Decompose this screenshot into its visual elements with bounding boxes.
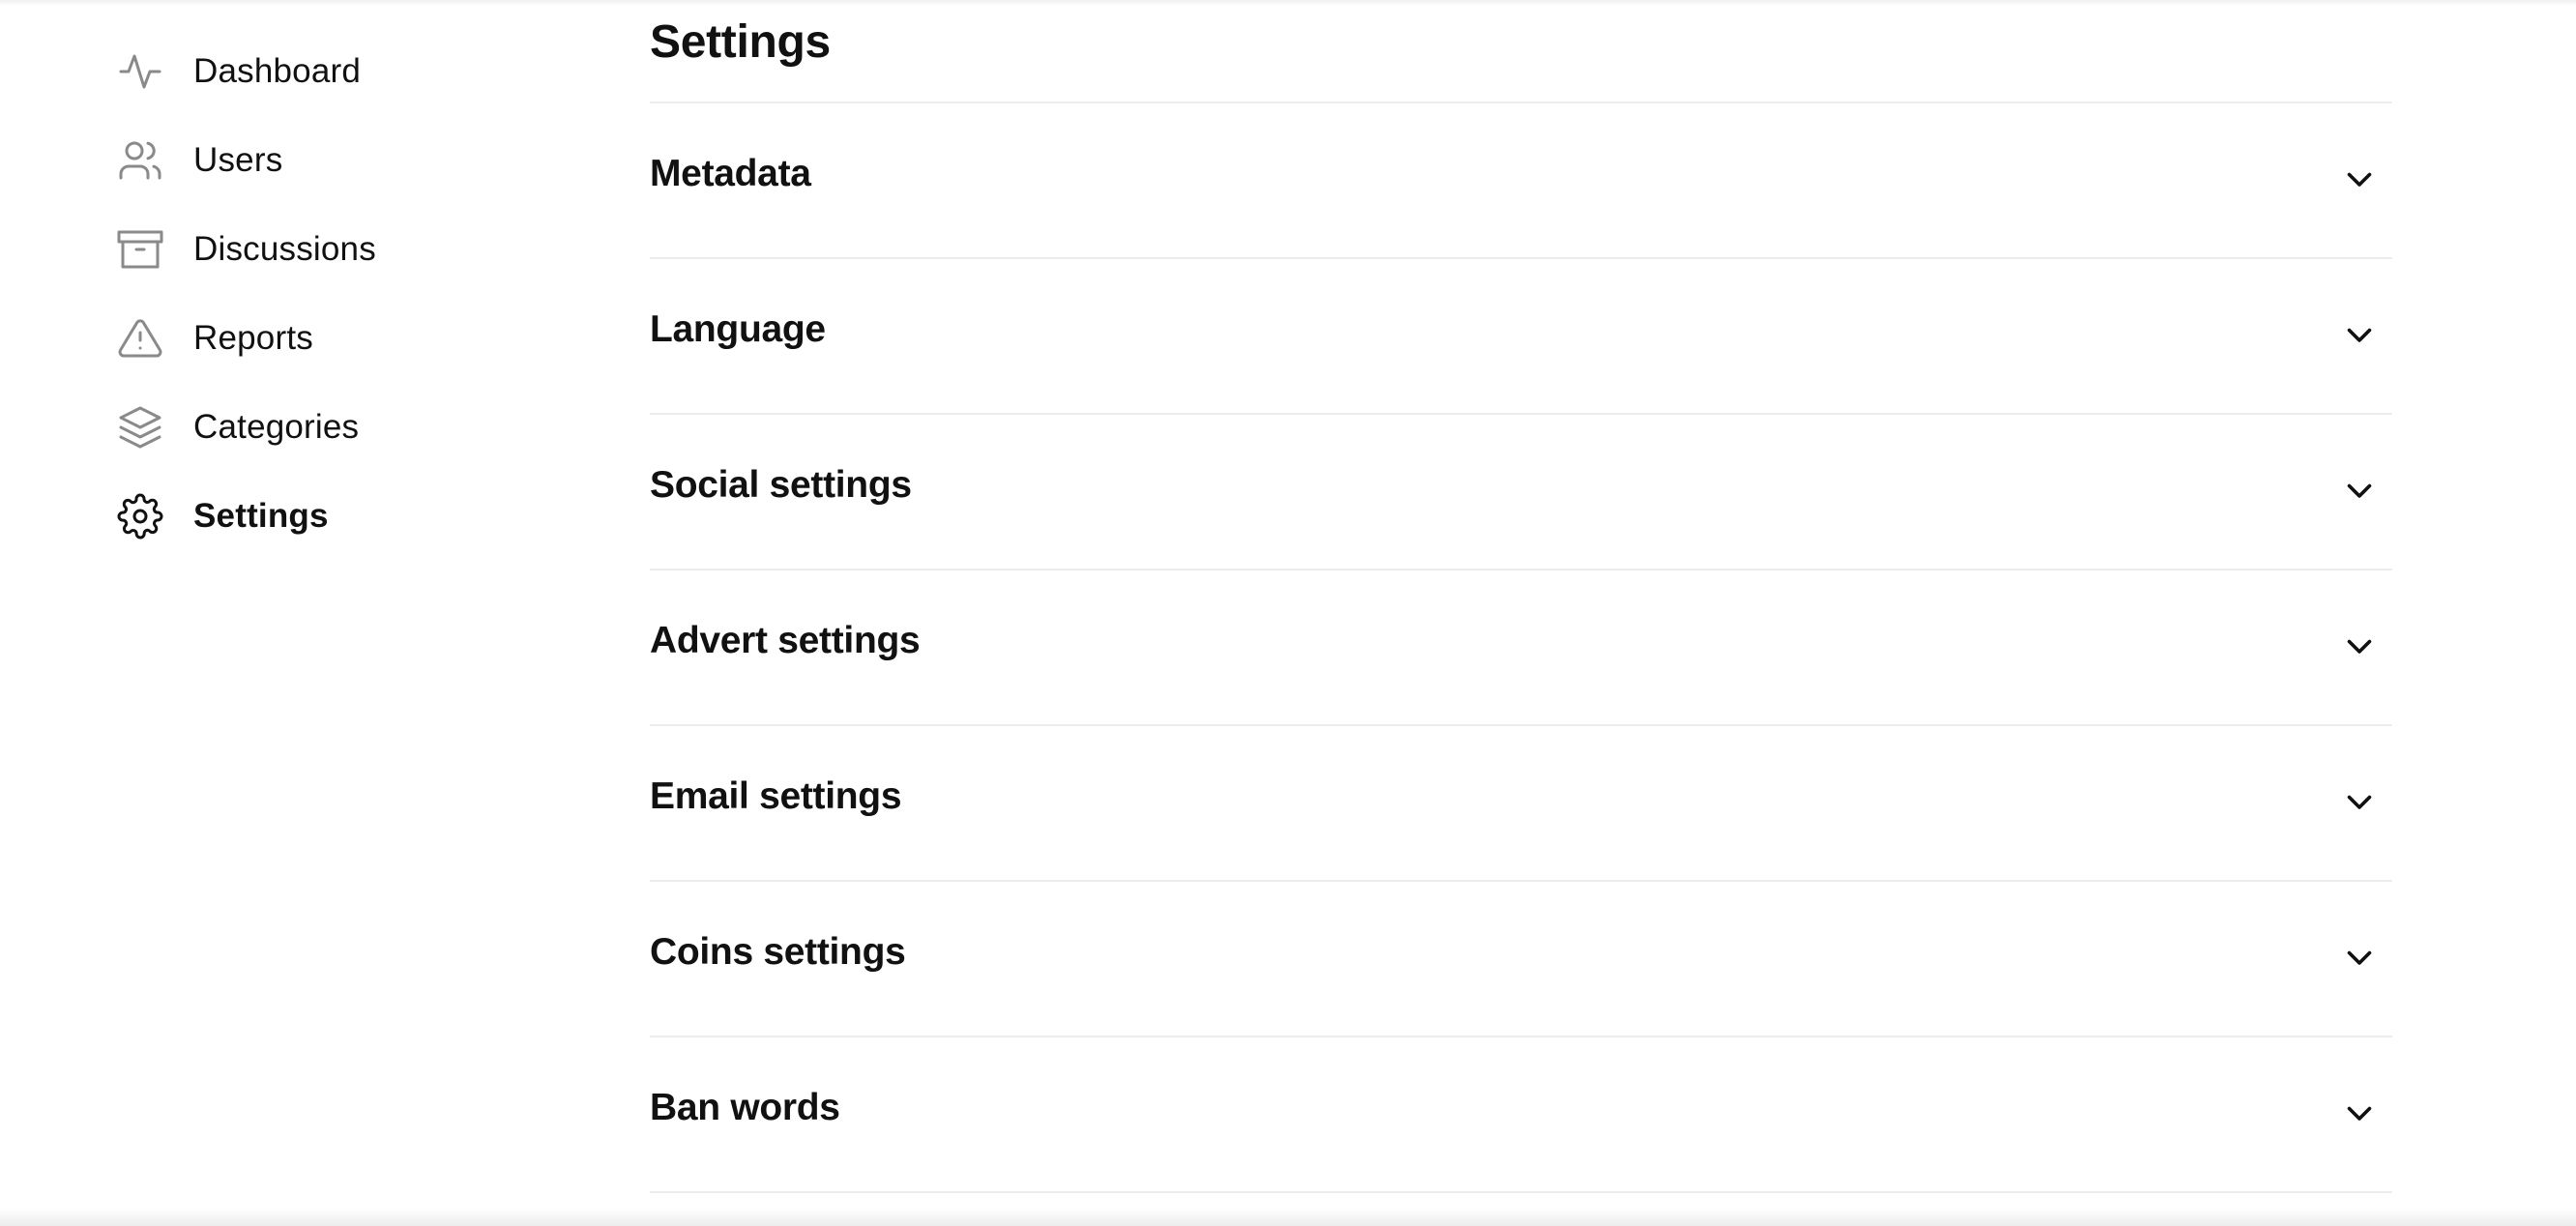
section-title: Email settings (650, 774, 902, 817)
page-title: Settings (650, 16, 831, 68)
section-title: Coins settings (650, 930, 906, 973)
sidebar-item-reports[interactable]: Reports (116, 294, 561, 383)
archive-icon (116, 225, 164, 274)
section-language[interactable]: Language (650, 259, 2392, 415)
sidebar-item-label: Categories (193, 408, 360, 446)
section-title: Language (650, 307, 826, 350)
sidebar: Dashboard Users Discussions Reports Cate… (116, 27, 561, 561)
section-title: Ban words (650, 1086, 840, 1128)
layers-icon (116, 403, 164, 452)
section-title: Metadata (650, 152, 811, 194)
sidebar-item-label: Discussions (193, 230, 376, 268)
sidebar-item-categories[interactable]: Categories (116, 383, 561, 472)
sidebar-item-discussions[interactable]: Discussions (116, 205, 561, 294)
section-ban-words[interactable]: Ban words (650, 1037, 2392, 1193)
chevron-down-icon[interactable] (2342, 940, 2377, 975)
sidebar-item-label: Reports (193, 319, 313, 357)
section-title: Advert settings (650, 619, 921, 661)
alert-triangle-icon (116, 314, 164, 363)
chevron-down-icon[interactable] (2342, 473, 2377, 508)
section-social-settings[interactable]: Social settings (650, 415, 2392, 570)
chevron-down-icon[interactable] (2342, 161, 2377, 196)
section-email-settings[interactable]: Email settings (650, 726, 2392, 882)
gear-icon (116, 492, 164, 540)
section-metadata[interactable]: Metadata (650, 103, 2392, 259)
section-advert-settings[interactable]: Advert settings (650, 570, 2392, 726)
sidebar-item-label: Settings (193, 497, 329, 535)
chevron-down-icon[interactable] (2342, 784, 2377, 819)
chevron-down-icon[interactable] (2342, 628, 2377, 663)
activity-icon (116, 47, 164, 96)
settings-accordion: Metadata Language Social settings Advert… (650, 102, 2392, 1193)
sidebar-item-dashboard[interactable]: Dashboard (116, 27, 561, 116)
sidebar-item-settings[interactable]: Settings (116, 472, 561, 561)
sidebar-item-label: Dashboard (193, 52, 362, 90)
bottom-shadow (0, 1209, 2576, 1226)
sidebar-item-users[interactable]: Users (116, 116, 561, 205)
chevron-down-icon[interactable] (2342, 317, 2377, 352)
top-shadow (0, 0, 2576, 6)
section-coins-settings[interactable]: Coins settings (650, 882, 2392, 1037)
sidebar-item-label: Users (193, 141, 283, 179)
users-icon (116, 136, 164, 185)
chevron-down-icon[interactable] (2342, 1095, 2377, 1130)
section-title: Social settings (650, 463, 912, 506)
